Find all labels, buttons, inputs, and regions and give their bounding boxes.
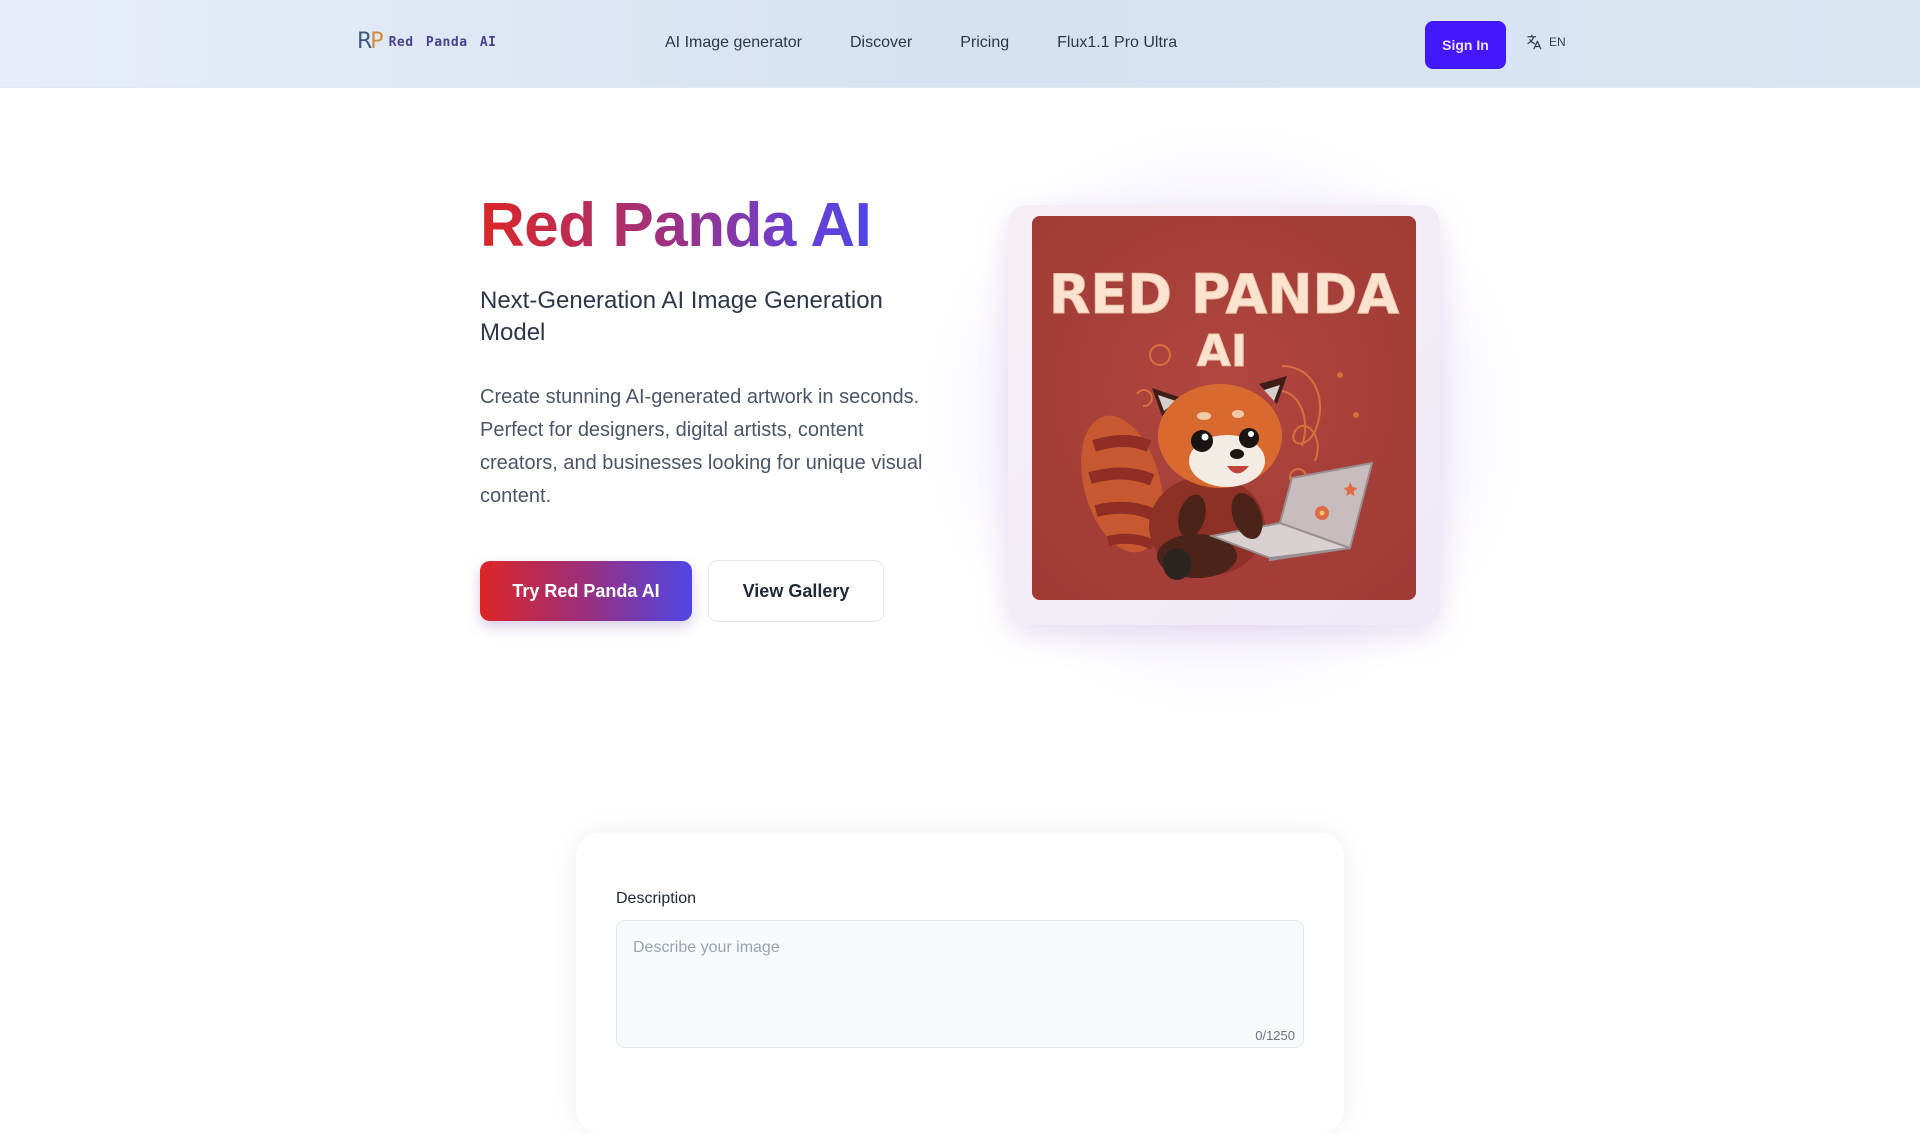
translate-icon (1527, 34, 1542, 50)
brand-name: Red Panda AI (388, 34, 497, 50)
nav-link-discover[interactable]: Discover (850, 34, 912, 52)
hero-image: RED PANDA AI (1032, 216, 1416, 600)
character-counter: 0/1250 (1255, 1028, 1295, 1043)
language-label: EN (1549, 35, 1566, 49)
description-input[interactable] (617, 921, 1303, 1047)
generator-form-card: Description 0/1250 (576, 833, 1344, 1133)
image-text-line1: RED PANDA (1049, 263, 1400, 326)
nav-link-flux-pro-ultra[interactable]: Flux1.1 Pro Ultra (1057, 34, 1177, 52)
image-text-line2: AI (1197, 326, 1247, 377)
nav-link-ai-image-generator[interactable]: AI Image generator (665, 34, 802, 52)
language-switcher[interactable]: EN (1525, 33, 1566, 51)
try-red-panda-button[interactable]: Try Red Panda AI (480, 561, 692, 621)
nav-link-pricing[interactable]: Pricing (960, 34, 1009, 52)
hero-title: Red Panda AI (480, 191, 872, 260)
sign-in-button[interactable]: Sign In (1425, 21, 1506, 69)
logo-mark-r: R (357, 29, 372, 54)
logo-mark-p: P (370, 29, 383, 54)
description-field-wrapper: 0/1250 (616, 920, 1304, 1048)
hero-description: Create stunning AI-generated artwork in … (480, 386, 923, 507)
hero-image-card: RED PANDA AI (1008, 205, 1440, 625)
top-nav: RP Red Panda AI AI Image generator Disco… (0, 0, 1920, 88)
red-panda-illustration: RED PANDA AI (1032, 216, 1416, 600)
logo[interactable]: RP Red Panda AI (357, 31, 497, 53)
view-gallery-button[interactable]: View Gallery (708, 560, 884, 622)
logo-mark-icon: RP (357, 29, 384, 54)
hero-subtitle: Next-Generation AI Image Generation Mode… (480, 287, 883, 346)
main-nav: AI Image generator Discover Pricing Flux… (665, 34, 1225, 52)
description-label: Description (616, 890, 697, 907)
